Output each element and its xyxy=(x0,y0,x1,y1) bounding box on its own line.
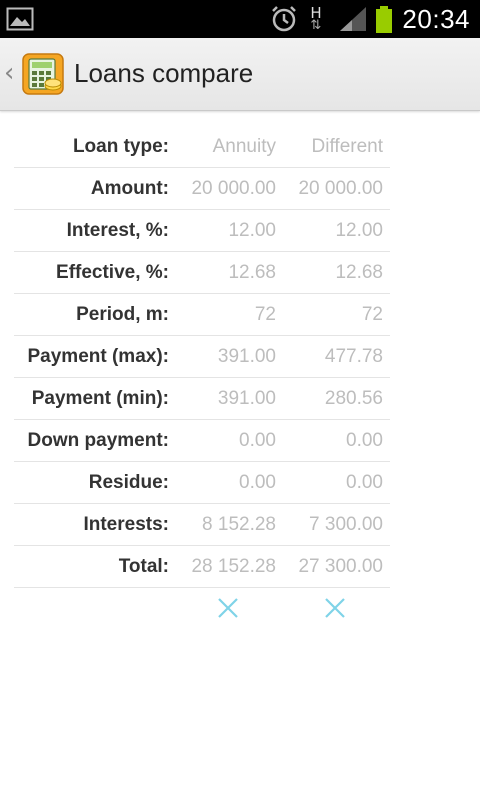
annuity-value: 12.68 xyxy=(228,262,276,283)
row-label: Loan type: xyxy=(72,136,169,157)
table-row: Effective, %: 12.68 12.68 xyxy=(14,252,390,294)
table-row: Interests: 8 152.28 7 300.00 xyxy=(14,504,390,546)
different-value: 7 300.00 xyxy=(309,514,383,535)
table-row: Residue: 0.00 0.00 xyxy=(14,462,390,504)
annuity-value: 391.00 xyxy=(217,346,276,367)
calculator-icon[interactable] xyxy=(22,53,64,95)
status-bar: H ⇅ 20:34 xyxy=(0,0,480,38)
different-value: 12.68 xyxy=(335,262,383,283)
different-value: 27 300.00 xyxy=(298,556,383,577)
row-label: Effective, %: xyxy=(56,262,169,283)
row-label: Period, m: xyxy=(76,304,169,325)
remove-annuity-button[interactable] xyxy=(216,596,240,620)
row-label: Amount: xyxy=(90,178,169,199)
different-value: 477.78 xyxy=(324,346,383,367)
back-chevron-icon[interactable]: ‹ xyxy=(4,58,14,88)
row-label: Total: xyxy=(118,556,169,577)
table-row: Total: 28 152.28 27 300.00 xyxy=(14,546,390,588)
table-row: Payment (max): 391.00 477.78 xyxy=(14,336,390,378)
table-row: Amount: 20 000.00 20 000.00 xyxy=(14,168,390,210)
gallery-icon xyxy=(6,7,34,31)
annuity-value: 20 000.00 xyxy=(191,178,276,199)
action-bar: ‹ Loans compare xyxy=(0,38,480,111)
annuity-value: 72 xyxy=(254,304,276,325)
row-label: Residue: xyxy=(88,472,169,493)
annuity-value: 0.00 xyxy=(239,472,276,493)
different-value: 72 xyxy=(361,304,383,325)
table-row: Period, m: 72 72 xyxy=(14,294,390,336)
table-row: Interest, %: 12.00 12.00 xyxy=(14,210,390,252)
alarm-icon xyxy=(272,6,297,32)
remove-different-button[interactable] xyxy=(323,596,347,620)
comparison-table: Loan type: Annuity Different Amount: 20 … xyxy=(14,126,390,588)
signal-icon xyxy=(340,7,367,31)
battery-icon xyxy=(376,6,393,33)
table-row: Down payment: 0.00 0.00 xyxy=(14,420,390,462)
table-row: Loan type: Annuity Different xyxy=(14,126,390,168)
annuity-value: 28 152.28 xyxy=(191,556,276,577)
data-transfer-icon: H ⇅ xyxy=(310,4,322,33)
different-value: 0.00 xyxy=(346,472,383,493)
different-value: 20 000.00 xyxy=(298,178,383,199)
different-value: Different xyxy=(311,136,383,157)
annuity-value: 8 152.28 xyxy=(202,514,276,535)
different-value: 12.00 xyxy=(335,220,383,241)
row-label: Interest, %: xyxy=(66,220,169,241)
row-label: Down payment: xyxy=(27,430,169,451)
annuity-value: 12.00 xyxy=(228,220,276,241)
annuity-value: Annuity xyxy=(212,136,276,157)
annuity-value: 391.00 xyxy=(217,388,276,409)
row-label: Payment (min): xyxy=(31,388,169,409)
different-value: 280.56 xyxy=(324,388,383,409)
clock: 20:34 xyxy=(402,3,470,34)
row-label: Payment (max): xyxy=(27,346,170,367)
annuity-value: 0.00 xyxy=(239,430,276,451)
different-value: 0.00 xyxy=(346,430,383,451)
table-row: Payment (min): 391.00 280.56 xyxy=(14,378,390,420)
page-title: Loans compare xyxy=(74,58,254,88)
row-label: Interests: xyxy=(83,514,169,535)
